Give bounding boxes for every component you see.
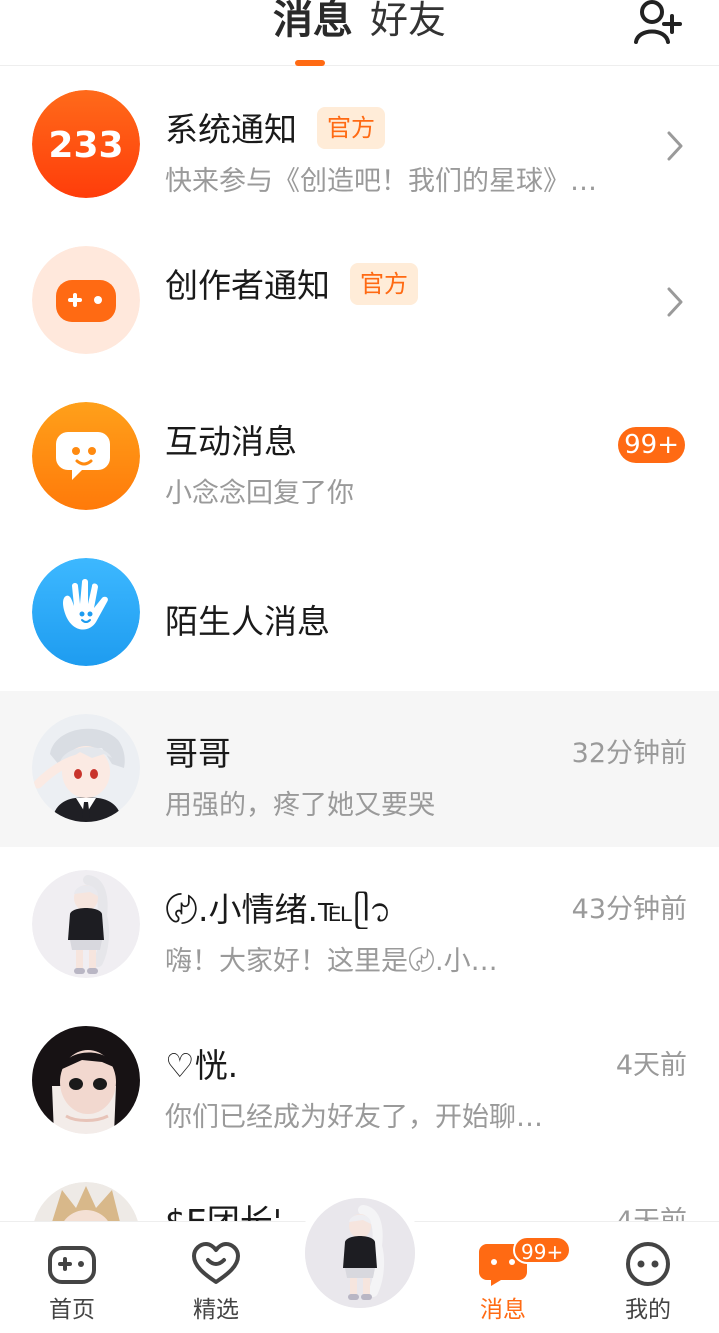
interaction-title: 互动消息 xyxy=(165,422,297,461)
chevron-right-icon xyxy=(667,287,683,317)
conversation-row[interactable]: 〄.小情绪.℡ᥫ᭡ 嗨！大家好！这里是〄.小… 43分钟前 xyxy=(0,847,719,1003)
last-message-preview: 用强的，疼了她又要哭 xyxy=(165,790,435,821)
face-icon xyxy=(626,1242,670,1286)
official-badge: 官方 xyxy=(350,263,418,305)
nav-me[interactable]: 我的 xyxy=(598,1222,698,1333)
header: 消息 好友 xyxy=(0,0,719,66)
system-notice-title: 系统通知 xyxy=(165,110,297,149)
stranger-row[interactable]: 陌生人消息 xyxy=(0,535,719,691)
add-person-icon[interactable] xyxy=(628,0,684,48)
avatar xyxy=(305,1198,415,1308)
nav-me-label: 我的 xyxy=(625,1297,671,1323)
row-title: 创作者通知 官方 xyxy=(165,259,418,307)
gamepad-icon xyxy=(32,246,140,354)
header-tabs: 消息 好友 xyxy=(0,0,719,52)
avatar xyxy=(32,714,140,822)
nav-featured[interactable]: 精选 xyxy=(166,1222,266,1333)
tab-messages[interactable]: 消息 xyxy=(273,0,353,48)
avatar xyxy=(32,870,140,978)
233-logo-icon: 233 xyxy=(32,90,140,198)
interaction-preview: 小念念回复了你 xyxy=(165,478,354,509)
message-time: 43分钟前 xyxy=(571,894,687,925)
contact-name: ♡恍. xyxy=(165,1046,239,1085)
message-list: 233 系统通知 官方 快来参与《创造吧！我们的星球》… 创作者通知 官方 互动… xyxy=(0,67,719,1315)
message-time: 4天前 xyxy=(615,1050,687,1081)
conversation-row[interactable]: 哥哥 用强的，疼了她又要哭 32分钟前 xyxy=(0,691,719,847)
chevron-right-icon xyxy=(667,131,683,161)
svg-text:233: 233 xyxy=(48,125,123,166)
conversation-row[interactable]: ♡恍. 你们已经成为好友了，开始聊… 4天前 xyxy=(0,1003,719,1159)
creator-notice-title: 创作者通知 xyxy=(165,266,330,305)
system-notice-row[interactable]: 233 系统通知 官方 快来参与《创造吧！我们的星球》… xyxy=(0,67,719,223)
chat-bubble-icon xyxy=(32,402,140,510)
nav-featured-label: 精选 xyxy=(193,1297,239,1323)
center-avatar-button[interactable] xyxy=(297,1190,423,1316)
active-tab-indicator xyxy=(295,60,325,66)
system-notice-preview: 快来参与《创造吧！我们的星球》… xyxy=(165,166,597,197)
row-title: 系统通知 官方 xyxy=(165,103,385,151)
message-time: 32分钟前 xyxy=(571,738,687,769)
stranger-title: 陌生人消息 xyxy=(165,602,330,641)
nav-home-label: 首页 xyxy=(49,1297,95,1323)
gamepad-icon xyxy=(48,1246,96,1284)
creator-notice-row[interactable]: 创作者通知 官方 xyxy=(0,223,719,379)
interaction-row[interactable]: 互动消息 小念念回复了你 99+ xyxy=(0,379,719,535)
last-message-preview: 嗨！大家好！这里是〄.小… xyxy=(165,946,498,977)
contact-name: 〄.小情绪.℡ᥫ᭡ xyxy=(165,890,392,929)
avatar xyxy=(32,1026,140,1134)
nav-messages-badge: 99+ xyxy=(513,1236,572,1264)
waving-hand-icon xyxy=(32,558,140,666)
official-badge: 官方 xyxy=(317,107,385,149)
heart-icon xyxy=(192,1242,240,1284)
tab-friends[interactable]: 好友 xyxy=(370,0,446,48)
nav-home[interactable]: 首页 xyxy=(22,1222,122,1333)
last-message-preview: 你们已经成为好友了，开始聊… xyxy=(165,1102,543,1133)
nav-messages-label: 消息 xyxy=(480,1297,526,1323)
contact-name: 哥哥 xyxy=(165,734,231,773)
unread-count-badge: 99+ xyxy=(618,427,685,463)
